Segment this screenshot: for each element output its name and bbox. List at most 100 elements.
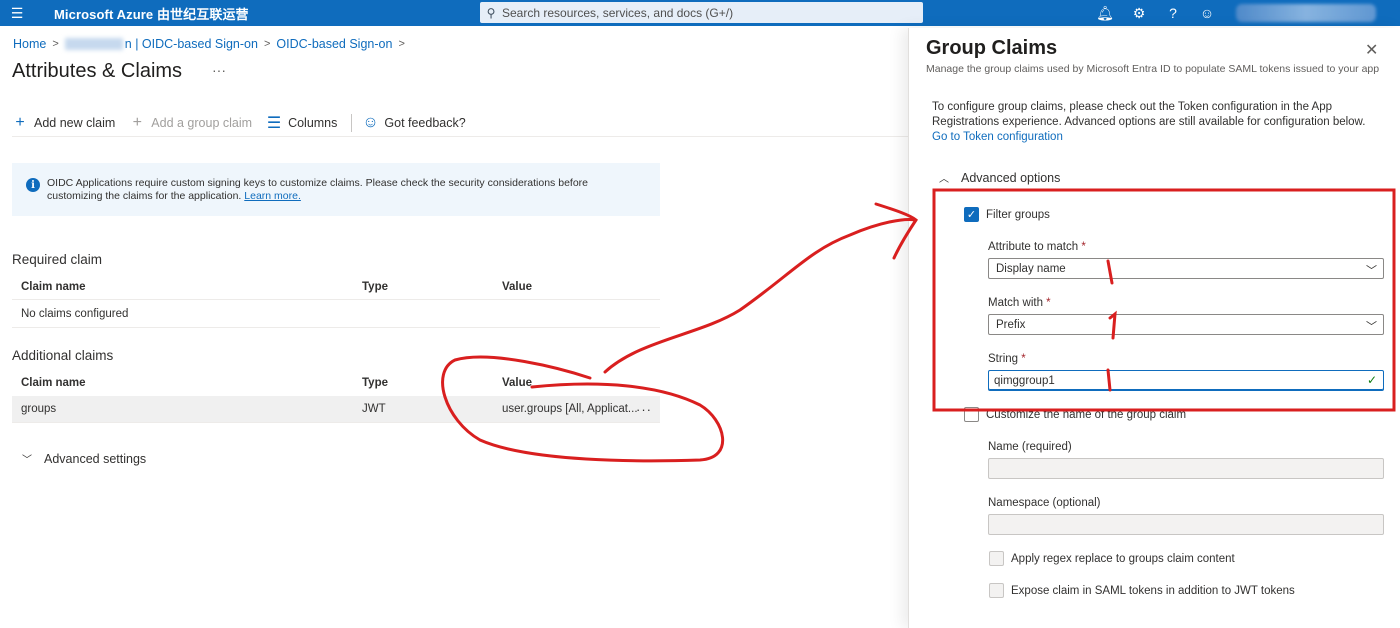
filter-groups-checkbox[interactable]: ✓ Filter groups — [964, 207, 1050, 222]
global-search-input[interactable]: ⚲ Search resources, services, and docs (… — [480, 2, 923, 23]
redacted-app-name — [64, 38, 123, 50]
advanced-settings-label: Advanced settings — [44, 451, 147, 466]
col-claim-name[interactable]: Claim name — [21, 281, 86, 293]
add-group-claim-button[interactable]: + Add a group claim — [129, 114, 252, 132]
table-header: Claim name Type Value — [12, 274, 660, 300]
checkbox-box[interactable] — [989, 583, 1004, 598]
match-with-dropdown[interactable]: Prefix ﹀ — [988, 314, 1384, 335]
string-label: String * — [988, 353, 1026, 365]
regex-checkbox[interactable]: Apply regex replace to groups claim cont… — [989, 551, 1235, 566]
valid-check-icon: ✓ — [1366, 373, 1377, 387]
search-placeholder: Search resources, services, and docs (G+… — [502, 5, 734, 20]
add-group-claim-label: Add a group claim — [151, 116, 253, 130]
breadcrumb: Home > n | OIDC-based Sign-on > OIDC-bas… — [13, 37, 411, 51]
col-value[interactable]: Value — [502, 281, 532, 293]
required-marker: * — [1046, 297, 1051, 309]
panel-title: Group Claims — [926, 37, 1058, 59]
dropdown-value: Display name — [996, 262, 1066, 275]
expose-saml-checkbox[interactable]: Expose claim in SAML tokens in addition … — [989, 583, 1295, 598]
info-text: OIDC Applications require custom signing… — [47, 177, 588, 202]
checkbox-box[interactable] — [989, 551, 1004, 566]
breadcrumb-current[interactable]: OIDC-based Sign-on — [276, 37, 392, 51]
search-icon: ⚲ — [486, 5, 496, 20]
checkmark-icon[interactable]: ✓ — [964, 207, 979, 222]
top-bar: ☰ Microsoft Azure 由世纪互联运营 ⚲ Search resou… — [0, 0, 1400, 26]
chevron-right-icon: > — [263, 38, 271, 50]
info-message: OIDC Applications require custom signing… — [47, 177, 646, 203]
add-new-claim-button[interactable]: + Add new claim — [12, 114, 115, 132]
close-icon[interactable]: ✕ — [1365, 40, 1378, 60]
label-text: Match with — [988, 297, 1043, 309]
table-header: Claim name Type Value — [12, 370, 660, 396]
feedback-label: Got feedback? — [384, 116, 466, 130]
help-icon[interactable]: ? — [1156, 5, 1190, 21]
string-input-value: qimggroup1 — [994, 374, 1055, 387]
name-field-label: Name (required) — [988, 441, 1072, 453]
namespace-field-label: Namespace (optional) — [988, 497, 1101, 509]
description-text: To configure group claims, please check … — [932, 101, 1366, 128]
panel-description: To configure group claims, please check … — [932, 100, 1377, 145]
plus-icon: + — [132, 114, 142, 131]
columns-label: Columns — [288, 116, 338, 130]
regex-label: Apply regex replace to groups claim cont… — [1011, 552, 1235, 565]
col-type[interactable]: Type — [362, 377, 388, 389]
columns-icon: ☰ — [266, 115, 282, 132]
chevron-up-icon: ︿ — [939, 174, 949, 185]
label-text: Attribute to match — [988, 241, 1079, 253]
hamburger-icon[interactable]: ☰ — [0, 0, 34, 26]
chevron-down-icon: ﹀ — [22, 455, 32, 466]
namespace-field[interactable] — [988, 514, 1384, 535]
panel-subtitle: Manage the group claims used by Microsof… — [926, 63, 1380, 75]
customize-name-label: Customize the name of the group claim — [986, 408, 1187, 421]
match-with-label: Match with * — [988, 297, 1051, 309]
col-value[interactable]: Value — [502, 377, 532, 389]
table-row: No claims configured — [12, 300, 660, 328]
token-configuration-link[interactable]: Go to Token configuration — [932, 131, 1063, 143]
toolbar-divider — [351, 114, 353, 132]
info-message-bar: i OIDC Applications require custom signi… — [12, 163, 660, 216]
advanced-options-label: Advanced options — [961, 170, 1061, 185]
more-options-icon[interactable]: ··· — [212, 62, 226, 78]
checkbox-box[interactable] — [964, 407, 979, 422]
empty-state: No claims configured — [21, 307, 129, 320]
advanced-options-toggle[interactable]: ︿ Advanced options — [939, 170, 1061, 186]
portal-brand[interactable]: Microsoft Azure 由世纪互联运营 — [54, 4, 249, 23]
attribute-to-match-dropdown[interactable]: Display name ﹀ — [988, 258, 1384, 279]
learn-more-link[interactable]: Learn more. — [244, 190, 301, 202]
breadcrumb-app[interactable]: n | OIDC-based Sign-on — [125, 37, 258, 51]
attribute-to-match-label: Attribute to match * — [988, 241, 1086, 253]
command-bar: + Add new claim + Add a group claim ☰ Co… — [12, 112, 480, 134]
gear-icon[interactable]: ⚙ — [1122, 5, 1156, 22]
col-claim-name[interactable]: Claim name — [21, 377, 86, 389]
label-text: String — [988, 353, 1019, 365]
additional-claims-table: Claim name Type Value groups JWT user.gr… — [12, 370, 660, 423]
name-field[interactable] — [988, 458, 1384, 479]
feedback-icon[interactable]: ☺ — [1190, 5, 1224, 21]
row-more-icon[interactable]: ··· — [636, 402, 652, 417]
chevron-down-icon: ﹀ — [1366, 321, 1377, 333]
table-row[interactable]: groups JWT user.groups [All, Applicat...… — [12, 396, 660, 423]
add-new-claim-label: Add new claim — [34, 116, 116, 130]
filter-groups-label: Filter groups — [986, 208, 1050, 221]
additional-claims-title: Additional claims — [12, 348, 114, 363]
chevron-right-icon: > — [52, 38, 59, 50]
required-marker: * — [1021, 353, 1026, 365]
columns-button[interactable]: ☰ Columns — [266, 113, 338, 133]
required-claim-title: Required claim — [12, 252, 103, 267]
feedback-person-icon: ☺ — [362, 114, 379, 131]
advanced-settings-toggle[interactable]: ﹀ Advanced settings — [22, 451, 147, 467]
group-claims-panel: Group Claims ✕ Manage the group claims u… — [908, 28, 1400, 628]
claim-type-cell: JWT — [362, 403, 386, 415]
plus-icon: + — [15, 114, 25, 131]
customize-name-checkbox[interactable]: Customize the name of the group claim — [964, 407, 1186, 422]
bell-icon[interactable]: 🔔︎ — [1088, 5, 1122, 22]
dropdown-value: Prefix — [996, 318, 1026, 331]
breadcrumb-home[interactable]: Home — [13, 37, 46, 51]
claim-value-cell: user.groups [All, Applicat... — [502, 403, 638, 415]
claim-name-cell[interactable]: groups — [21, 403, 56, 415]
feedback-button[interactable]: ☺ Got feedback? — [362, 114, 465, 132]
chevron-right-icon: > — [398, 38, 405, 50]
col-type[interactable]: Type — [362, 281, 388, 293]
string-input[interactable]: qimggroup1 ✓ — [988, 370, 1384, 391]
account-avatar-redacted[interactable] — [1236, 4, 1376, 22]
